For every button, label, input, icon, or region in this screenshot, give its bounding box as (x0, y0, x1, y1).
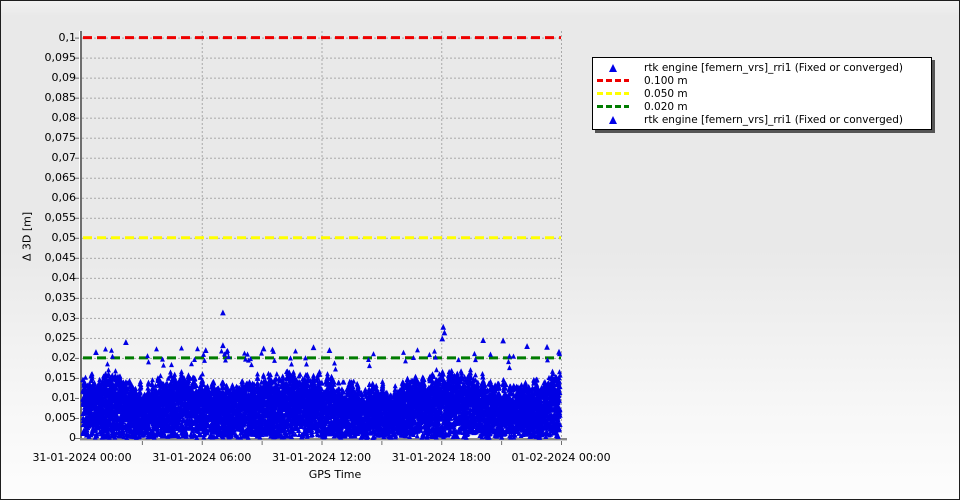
y-tick-label: 0,1 (58, 30, 77, 44)
y-tick-label: 0,015 (44, 370, 77, 384)
legend-item-label: 0.020 m (644, 100, 688, 113)
y-tick-label: 0,06 (51, 190, 77, 204)
legend-triangle-icon (596, 115, 630, 124)
y-tick-label: 0,03 (51, 310, 77, 324)
y-tick-label: 0,035 (44, 290, 77, 304)
y-tick-label: 0,025 (44, 330, 77, 344)
legend-triangle-icon (596, 63, 630, 72)
y-tick-label: 0,075 (44, 130, 77, 144)
x-tick-label: 31-01-2024 06:00 (152, 451, 252, 464)
y-tick-label: 0,095 (44, 50, 77, 64)
x-tick-label: 31-01-2024 18:00 (391, 451, 491, 464)
legend-item[interactable]: rtk engine [femern_vrs]_rri1 (Fixed or c… (596, 113, 929, 126)
x-tick-label: 31-01-2024 12:00 (271, 451, 372, 464)
legend-item[interactable]: 0.020 m (596, 100, 929, 113)
y-tick-label: 0,01 (51, 390, 77, 404)
x-tick-label: 01-02-2024 00:00 (511, 451, 611, 464)
legend-item[interactable]: 0.100 m (596, 74, 929, 87)
chart-window: 0 0,005 0,01 0,015 0,02 0,025 0,03 0,035 0,04 0,0… (0, 0, 960, 500)
y-tick-label: 0,07 (51, 150, 77, 164)
y-tick-label: 0,055 (44, 210, 77, 224)
legend-dash-icon (596, 79, 630, 82)
y-tick-label: 0,04 (51, 270, 77, 284)
legend-dash-icon (596, 92, 630, 95)
legend-item-label: 0.050 m (644, 87, 688, 100)
y-tick-label: 0,05 (51, 230, 77, 244)
y-tick-label: 0,02 (51, 350, 77, 364)
x-axis-title: GPS Time (308, 468, 362, 481)
legend[interactable]: rtk engine [femern_vrs]_rri1 (Fixed or c… (592, 57, 932, 130)
y-tick-label: 0,045 (44, 250, 77, 264)
legend-item-label: 0.100 m (644, 74, 688, 87)
legend-item-label: rtk engine [femern_vrs]_rri1 (Fixed or c… (644, 113, 903, 126)
legend-dash-icon (596, 105, 630, 108)
y-tick-label: 0,08 (51, 110, 77, 124)
x-tick-label: 31-01-2024 00:00 (32, 451, 132, 464)
y-tick-label: 0,065 (44, 170, 77, 184)
legend-item-label: rtk engine [femern_vrs]_rri1 (Fixed or c… (644, 61, 903, 74)
legend-item[interactable]: rtk engine [femern_vrs]_rri1 (Fixed or c… (596, 61, 929, 74)
y-tick-label: 0 (69, 431, 76, 444)
y-tick-label: 0,09 (51, 70, 77, 84)
y-tick-label: 0,005 (44, 410, 77, 424)
legend-item[interactable]: 0.050 m (596, 87, 929, 100)
y-tick-label: 0,085 (44, 90, 77, 104)
y-axis-title: Δ 3D [m] (20, 211, 34, 262)
